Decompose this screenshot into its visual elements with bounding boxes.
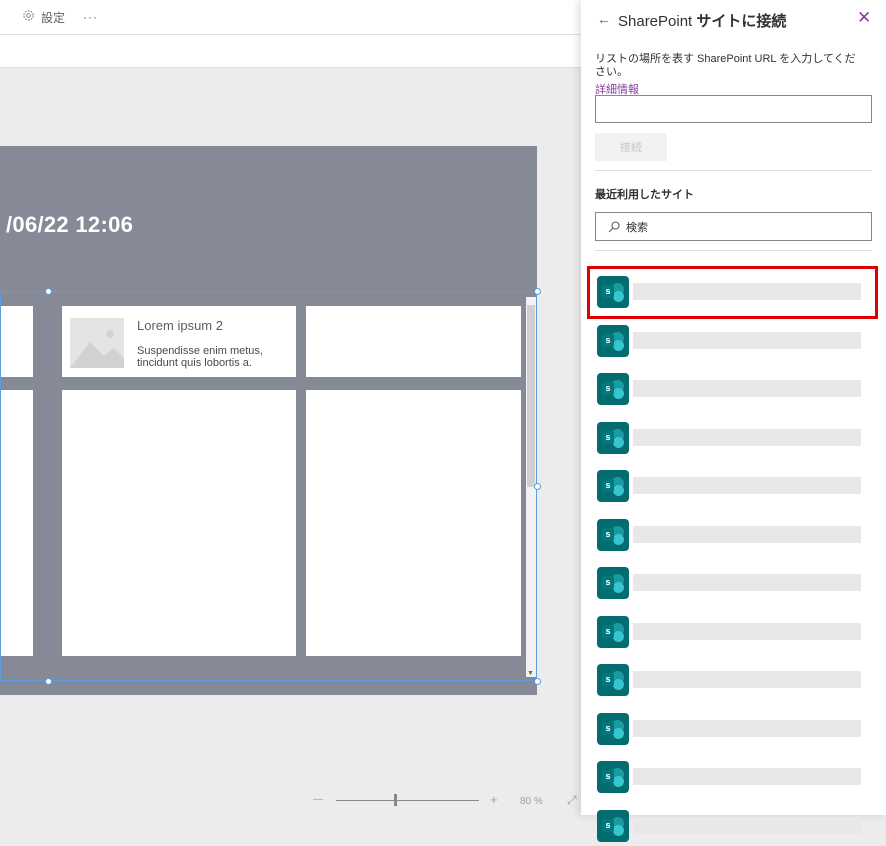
site-name-placeholder: [633, 428, 861, 446]
site-name-placeholder: [633, 574, 861, 591]
zoom-level: 80 %: [520, 796, 543, 807]
status-bar: — + 80 % ⤢: [0, 788, 590, 815]
site-list-item[interactable]: s: [595, 612, 865, 652]
connect-button[interactable]: 接続: [595, 133, 667, 161]
zoom-slider[interactable]: [336, 800, 479, 801]
site-list-item[interactable]: s: [595, 369, 865, 409]
sharepoint-url-input[interactable]: [595, 95, 872, 123]
panel-title-suffix: サイトに接続: [696, 13, 787, 30]
sharepoint-icon: s: [597, 664, 629, 696]
screen-header-datetime: /06/22 12:06: [6, 212, 134, 237]
divider: [595, 170, 872, 171]
divider: [595, 250, 872, 251]
sharepoint-icon: s: [597, 712, 629, 745]
site-name-placeholder: [633, 768, 861, 785]
close-icon[interactable]: ✕: [857, 8, 871, 28]
sharepoint-icon: s: [597, 761, 629, 793]
resize-handle-bottom-right[interactable]: [534, 678, 541, 685]
panel-title: SharePoint サイトに接続: [618, 10, 786, 31]
site-name-placeholder: [633, 719, 861, 737]
zoom-slider-thumb[interactable]: [394, 794, 397, 806]
top-toolbar: 設定 ···: [0, 0, 590, 35]
site-name-placeholder: [633, 671, 861, 688]
sharepoint-icon: s: [597, 567, 629, 599]
sharepoint-icon: s: [597, 373, 629, 405]
site-list-item[interactable]: s: [595, 321, 865, 361]
site-list-item[interactable]: s: [595, 709, 865, 749]
settings-label: 設定: [41, 10, 66, 25]
site-search-input[interactable]: 検索: [595, 212, 872, 241]
site-list-item[interactable]: s: [595, 757, 865, 797]
site-list-item[interactable]: s: [595, 806, 865, 846]
sharepoint-icon: s: [597, 615, 629, 648]
site-name-placeholder: [633, 622, 861, 640]
formula-bar[interactable]: [0, 35, 590, 68]
settings-button[interactable]: 設定: [22, 9, 65, 26]
sharepoint-icon: s: [597, 518, 629, 551]
site-list-item[interactable]: s: [595, 515, 865, 555]
site-name-placeholder: [633, 525, 861, 543]
selection-box: [0, 291, 537, 681]
recent-sites-heading: 最近利用したサイト: [595, 189, 694, 201]
resize-handle-right[interactable]: [534, 483, 541, 490]
site-list-item[interactable]: s: [595, 563, 865, 603]
zoom-out-button[interactable]: —: [313, 794, 323, 805]
search-placeholder: 検索: [626, 221, 648, 234]
fit-to-window-icon[interactable]: ⤢: [567, 793, 577, 808]
url-description: リストの場所を表す SharePoint URL を入力してください。: [595, 53, 856, 78]
site-name-placeholder: [633, 816, 861, 834]
site-name-placeholder: [633, 380, 861, 397]
site-list-item[interactable]: s: [595, 466, 865, 506]
sharepoint-icon: s: [597, 324, 629, 357]
gear-icon: [22, 9, 35, 25]
more-options-button[interactable]: ···: [83, 10, 98, 24]
site-list-item[interactable]: s: [595, 660, 865, 700]
panel-title-prefix: SharePoint: [618, 13, 693, 30]
search-icon: [608, 220, 620, 233]
sharepoint-icon: s: [597, 470, 629, 502]
resize-handle-top[interactable]: [45, 288, 52, 295]
sharepoint-icon: s: [597, 809, 629, 842]
highlight-first-site: [587, 266, 878, 319]
site-name-placeholder: [633, 331, 861, 349]
resize-handle-bottom[interactable]: [45, 678, 52, 685]
sharepoint-connect-panel: ← SharePoint サイトに接続 ✕ リストの場所を表す SharePoi…: [581, 0, 886, 842]
site-name-placeholder: [633, 477, 861, 494]
sharepoint-icon: s: [597, 421, 629, 454]
resize-handle-top-right[interactable]: [534, 288, 541, 295]
back-arrow-icon[interactable]: ←: [597, 11, 611, 27]
site-list-item[interactable]: s: [595, 418, 865, 458]
zoom-in-button[interactable]: +: [490, 792, 498, 807]
